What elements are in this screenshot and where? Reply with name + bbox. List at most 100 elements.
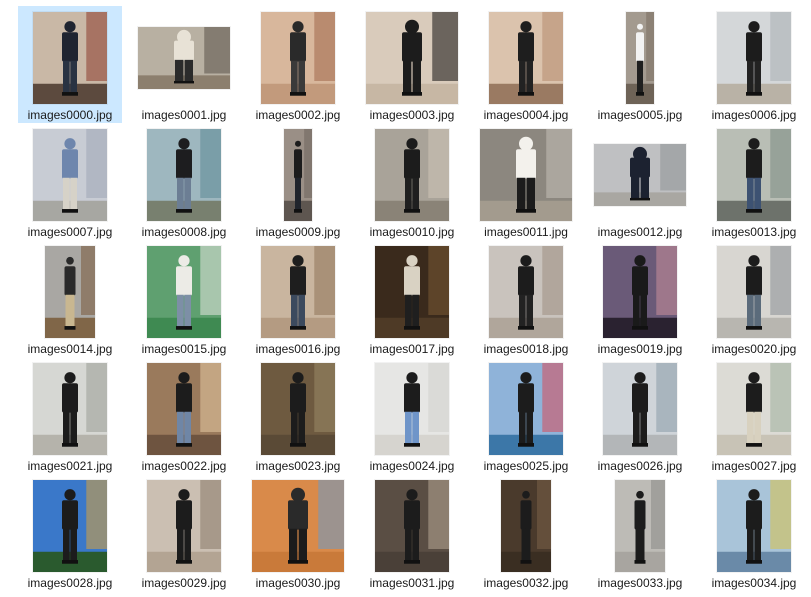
image-thumbnail[interactable] xyxy=(33,12,107,104)
image-thumbnail[interactable] xyxy=(261,12,335,104)
image-thumbnail[interactable] xyxy=(717,480,791,572)
file-name-label: images0017.jpg xyxy=(369,342,455,356)
image-thumbnail[interactable] xyxy=(261,363,335,455)
thumbnail-frame xyxy=(702,126,806,224)
file-item[interactable]: images0019.jpg xyxy=(588,240,692,357)
image-thumbnail[interactable] xyxy=(33,129,107,221)
image-thumbnail[interactable] xyxy=(717,363,791,455)
image-thumbnail[interactable] xyxy=(147,363,221,455)
image-thumbnail[interactable] xyxy=(717,129,791,221)
file-item[interactable]: images0027.jpg xyxy=(702,357,806,474)
file-item[interactable]: images0008.jpg xyxy=(132,123,236,240)
file-item[interactable]: images0031.jpg xyxy=(360,474,464,591)
thumbnail-frame xyxy=(132,126,236,224)
thumbnail-frame xyxy=(360,360,464,458)
file-item[interactable]: images0006.jpg xyxy=(702,6,806,123)
file-name-label: images0023.jpg xyxy=(255,459,341,473)
file-item[interactable]: images0032.jpg xyxy=(474,474,578,591)
file-item[interactable]: images0001.jpg xyxy=(132,6,236,123)
image-thumbnail[interactable] xyxy=(375,363,449,455)
thumbnail-frame xyxy=(588,243,692,341)
file-item[interactable]: images0022.jpg xyxy=(132,357,236,474)
thumbnail-frame xyxy=(132,243,236,341)
image-thumbnail[interactable] xyxy=(261,246,335,338)
file-name-label: images0029.jpg xyxy=(141,576,227,590)
file-item[interactable]: images0005.jpg xyxy=(588,6,692,123)
file-item[interactable]: images0011.jpg xyxy=(474,123,578,240)
file-grid: images0000.jpg images0001.jpg images0002… xyxy=(18,6,808,596)
file-name-label: images0011.jpg xyxy=(484,225,568,239)
image-thumbnail[interactable] xyxy=(717,12,791,104)
image-thumbnail[interactable] xyxy=(626,12,654,104)
file-name-label: images0016.jpg xyxy=(255,342,341,356)
thumbnail-frame xyxy=(474,243,578,341)
image-thumbnail[interactable] xyxy=(375,480,449,572)
image-thumbnail[interactable] xyxy=(33,363,107,455)
image-thumbnail[interactable] xyxy=(489,246,563,338)
file-item[interactable]: images0015.jpg xyxy=(132,240,236,357)
file-name-label: images0006.jpg xyxy=(711,108,797,122)
image-thumbnail[interactable] xyxy=(252,480,344,572)
file-item[interactable]: images0025.jpg xyxy=(474,357,578,474)
thumbnail-frame xyxy=(18,477,122,575)
image-thumbnail[interactable] xyxy=(147,129,221,221)
file-item[interactable]: images0017.jpg xyxy=(360,240,464,357)
image-thumbnail[interactable] xyxy=(366,12,458,104)
image-thumbnail[interactable] xyxy=(594,144,686,206)
thumbnail-frame xyxy=(474,126,578,224)
file-item[interactable]: images0014.jpg xyxy=(18,240,122,357)
thumbnail-frame xyxy=(474,360,578,458)
file-item[interactable]: images0007.jpg xyxy=(18,123,122,240)
file-item[interactable]: images0021.jpg xyxy=(18,357,122,474)
file-item[interactable]: images0028.jpg xyxy=(18,474,122,591)
file-item[interactable]: images0003.jpg xyxy=(360,6,464,123)
thumbnail-frame xyxy=(18,126,122,224)
file-item[interactable]: images0024.jpg xyxy=(360,357,464,474)
file-item[interactable]: images0004.jpg xyxy=(474,6,578,123)
image-thumbnail[interactable] xyxy=(33,480,107,572)
image-thumbnail[interactable] xyxy=(375,129,449,221)
file-item[interactable]: images0023.jpg xyxy=(246,357,350,474)
thumbnail-frame xyxy=(588,9,692,107)
file-item[interactable]: images0002.jpg xyxy=(246,6,350,123)
image-thumbnail[interactable] xyxy=(489,363,563,455)
file-item[interactable]: images0020.jpg xyxy=(702,240,806,357)
image-thumbnail[interactable] xyxy=(147,246,221,338)
image-thumbnail[interactable] xyxy=(480,129,572,221)
image-thumbnail[interactable] xyxy=(615,480,665,572)
file-item[interactable]: images0026.jpg xyxy=(588,357,692,474)
image-thumbnail[interactable] xyxy=(147,480,221,572)
file-item[interactable]: images0029.jpg xyxy=(132,474,236,591)
thumbnail-frame xyxy=(702,477,806,575)
file-item[interactable]: images0012.jpg xyxy=(588,123,692,240)
image-thumbnail[interactable] xyxy=(603,363,677,455)
thumbnail-frame xyxy=(132,360,236,458)
file-name-label: images0021.jpg xyxy=(27,459,113,473)
file-item[interactable]: images0010.jpg xyxy=(360,123,464,240)
file-name-label: images0026.jpg xyxy=(597,459,683,473)
thumbnail-frame xyxy=(474,477,578,575)
file-item[interactable]: images0033.jpg xyxy=(588,474,692,591)
file-item[interactable]: images0018.jpg xyxy=(474,240,578,357)
file-item[interactable]: images0000.jpg xyxy=(18,6,122,123)
file-name-label: images0030.jpg xyxy=(255,576,341,590)
image-thumbnail[interactable] xyxy=(603,246,677,338)
file-name-label: images0027.jpg xyxy=(711,459,797,473)
file-item[interactable]: images0030.jpg xyxy=(246,474,350,591)
file-item[interactable]: images0009.jpg xyxy=(246,123,350,240)
image-thumbnail[interactable] xyxy=(501,480,551,572)
thumbnail-frame xyxy=(360,9,464,107)
image-thumbnail[interactable] xyxy=(489,12,563,104)
file-item[interactable]: images0016.jpg xyxy=(246,240,350,357)
image-thumbnail[interactable] xyxy=(45,246,95,338)
image-thumbnail[interactable] xyxy=(138,27,230,89)
thumbnail-frame xyxy=(588,126,692,224)
file-name-label: images0001.jpg xyxy=(141,108,227,122)
file-item[interactable]: images0013.jpg xyxy=(702,123,806,240)
file-name-label: images0022.jpg xyxy=(141,459,227,473)
image-thumbnail[interactable] xyxy=(717,246,791,338)
file-item[interactable]: images0034.jpg xyxy=(702,474,806,591)
image-thumbnail[interactable] xyxy=(284,129,312,221)
image-thumbnail[interactable] xyxy=(375,246,449,338)
file-name-label: images0032.jpg xyxy=(483,576,569,590)
